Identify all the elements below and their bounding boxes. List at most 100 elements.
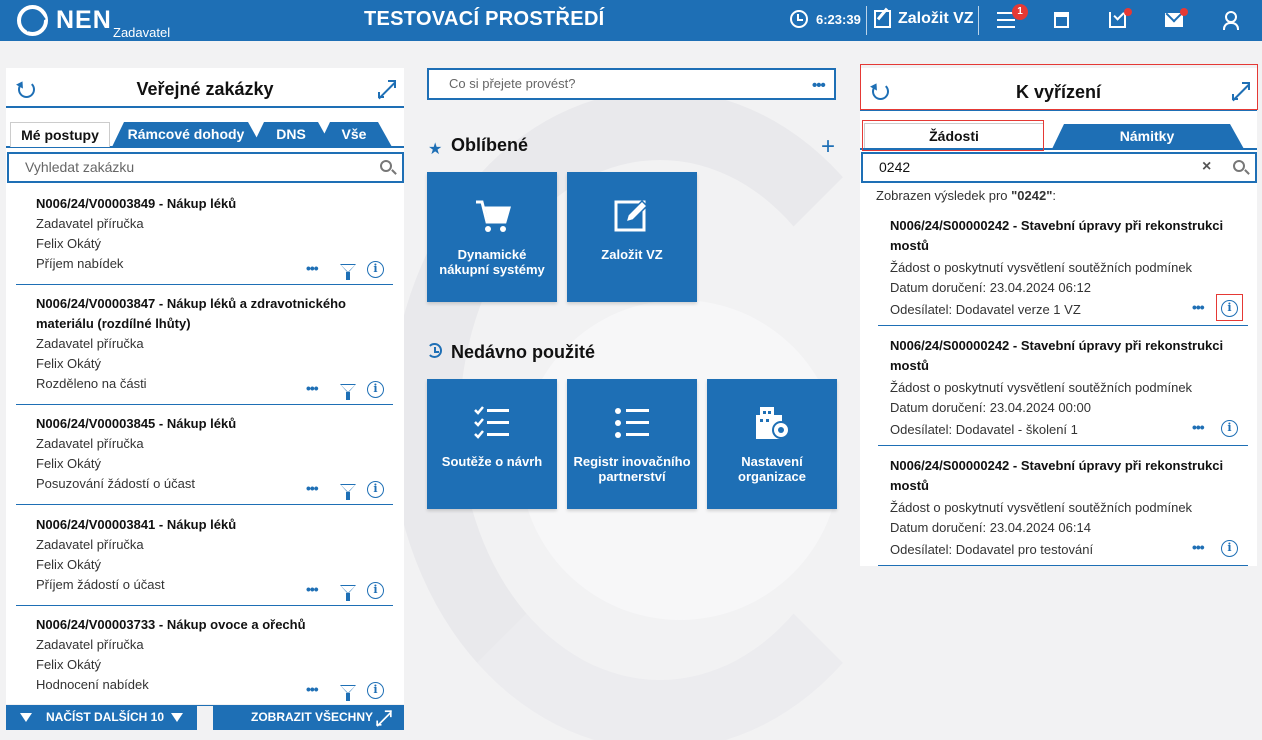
request-list-item[interactable]: N006/24/S00000242 - Stavební úpravy při …: [878, 448, 1248, 566]
tile-label: Založit VZ: [601, 247, 663, 262]
filter-icon[interactable]: [340, 264, 356, 280]
result-suffix: :: [1052, 188, 1056, 203]
info-icon[interactable]: i: [367, 261, 384, 278]
chevron-down-icon: [20, 713, 32, 722]
panel-header: Veřejné zakázky: [6, 68, 404, 108]
tab-all[interactable]: Vše: [318, 122, 392, 147]
tab-dns[interactable]: DNS: [252, 122, 332, 147]
contract-title[interactable]: N006/24/V00003841 - Nákup léků: [36, 515, 393, 535]
logo-text[interactable]: NEN: [56, 6, 112, 35]
plus-icon[interactable]: +: [821, 133, 835, 161]
user-icon[interactable]: [1223, 11, 1239, 30]
filter-icon[interactable]: [340, 384, 356, 400]
filter-icon[interactable]: [340, 484, 356, 500]
filter-icon[interactable]: [340, 585, 356, 601]
contract-list-item[interactable]: N006/24/V00003849 - Nákup léků Zadavatel …: [16, 191, 393, 285]
request-date: Datum doručení: 23.04.2024 00:00: [890, 400, 1091, 415]
contract-detail: Zadavatel příručka: [36, 637, 144, 652]
tile-design-contests[interactable]: Soutěže o návrh: [427, 379, 557, 509]
load-more-button[interactable]: NAČÍST DALŠÍCH 10: [6, 705, 197, 730]
tile-create-vz[interactable]: Založit VZ: [567, 172, 697, 302]
divider: [866, 6, 867, 35]
top-bar: NEN Zadavatel TESTOVACÍ PROSTŘEDÍ 6:23:3…: [0, 0, 1262, 41]
more-icon[interactable]: •••: [812, 77, 826, 94]
info-icon[interactable]: i: [367, 481, 384, 498]
tile-dynamic-purchasing[interactable]: Dynamické nákupní systémy: [427, 172, 557, 302]
more-icon[interactable]: •••: [306, 380, 319, 396]
contract-list-item[interactable]: N006/24/V00003733 - Nákup ovoce a ořechů…: [16, 612, 393, 706]
tab-my-procedures[interactable]: Mé postupy: [10, 122, 110, 147]
contract-title[interactable]: N006/24/V00003847 - Nákup léků a zdravot…: [36, 294, 393, 334]
tab-framework-agreements[interactable]: Rámcové dohody: [112, 122, 262, 147]
tab-objections[interactable]: Námitky: [1052, 124, 1244, 149]
action-search-input[interactable]: Co si přejete provést?: [427, 68, 836, 100]
search-icon[interactable]: [1233, 160, 1245, 172]
inbox-icon[interactable]: [1109, 12, 1126, 28]
search-icon[interactable]: [380, 160, 392, 172]
result-prefix: Zobrazen výsledek pro: [876, 188, 1012, 203]
menu-badge: 1: [1012, 4, 1028, 20]
cart-icon: [476, 200, 511, 232]
more-icon[interactable]: •••: [1192, 539, 1205, 555]
expand-icon[interactable]: [378, 80, 396, 98]
edit-icon: [614, 199, 649, 232]
request-list-item[interactable]: N006/24/S00000242 - Stavební úpravy při …: [878, 208, 1248, 326]
divider: [978, 6, 979, 35]
tile-innovation-partnership-registry[interactable]: Registr inovačního partnerství: [567, 379, 697, 509]
request-type: Žádost o poskytnutí vysvětlení soutěžníc…: [890, 380, 1193, 395]
load-more-label: NAČÍST DALŠÍCH 10: [46, 710, 165, 724]
info-icon[interactable]: i: [367, 682, 384, 699]
more-icon[interactable]: •••: [306, 681, 319, 697]
contract-title[interactable]: N006/24/V00003849 - Nákup léků: [36, 194, 393, 214]
request-title[interactable]: N006/24/S00000242 - Stavební úpravy při …: [890, 216, 1230, 256]
contract-detail: Felix Okátý: [36, 657, 102, 672]
tile-label: Registr inovačního partnerství: [573, 454, 691, 484]
contract-title[interactable]: N006/24/V00003845 - Nákup léků: [36, 414, 393, 434]
show-all-button[interactable]: ZOBRAZIT VŠECHNY: [213, 705, 404, 730]
request-list-item[interactable]: N006/24/S00000242 - Stavební úpravy při …: [878, 328, 1248, 446]
info-icon[interactable]: i: [1221, 420, 1238, 437]
contract-list-item[interactable]: N006/24/V00003847 - Nákup léků a zdravot…: [16, 291, 393, 405]
clear-icon[interactable]: ×: [1202, 158, 1211, 176]
info-icon[interactable]: i: [367, 381, 384, 398]
contract-detail: Felix Okátý: [36, 557, 102, 572]
mail-icon[interactable]: [1165, 13, 1183, 27]
contract-list-item[interactable]: N006/24/V00003841 - Nákup léků Zadavatel …: [16, 512, 393, 606]
mail-notification-dot: [1180, 8, 1188, 16]
info-icon[interactable]: i: [367, 582, 384, 599]
logo-icon[interactable]: [17, 5, 48, 36]
new-vz-button[interactable]: Založit VZ: [898, 10, 974, 28]
tile-label: Dynamické nákupní systémy: [439, 247, 545, 277]
request-title[interactable]: N006/24/S00000242 - Stavební úpravy při …: [890, 336, 1230, 376]
tile-organization-settings[interactable]: Nastavení organizace: [707, 379, 837, 509]
contract-detail: Felix Okátý: [36, 456, 102, 471]
request-title[interactable]: N006/24/S00000242 - Stavební úpravy při …: [890, 456, 1230, 496]
list-icon: [615, 408, 649, 438]
favorites-title: Oblíbené: [451, 135, 529, 155]
pending-search-input[interactable]: 0242: [861, 152, 1257, 183]
calculator-icon[interactable]: [1054, 12, 1069, 28]
request-type: Žádost o poskytnutí vysvětlení soutěžníc…: [890, 260, 1193, 275]
more-icon[interactable]: •••: [1192, 419, 1205, 435]
panel-title: Veřejné zakázky: [136, 79, 274, 99]
tile-label: Nastavení organizace: [738, 454, 806, 484]
building-gear-icon: [756, 407, 790, 439]
more-icon[interactable]: •••: [1192, 299, 1205, 315]
contract-detail: Zadavatel příručka: [36, 216, 144, 231]
info-icon[interactable]: i: [1221, 540, 1238, 557]
highlight-frame: [862, 120, 1044, 151]
more-icon[interactable]: •••: [306, 480, 319, 496]
more-icon[interactable]: •••: [306, 581, 319, 597]
contract-search-input[interactable]: Vyhledat zakázku: [7, 152, 404, 183]
filter-icon[interactable]: [340, 685, 356, 701]
request-sender: Odesílatel: Dodavatel - školení 1: [890, 422, 1078, 437]
recent-title: Nedávno použité: [451, 342, 596, 362]
highlight-frame: [1216, 294, 1243, 321]
edit-icon[interactable]: [874, 10, 891, 28]
contract-list-item[interactable]: N006/24/V00003845 - Nákup léků Zadavatel …: [16, 411, 393, 505]
contract-detail: Zadavatel příručka: [36, 537, 144, 552]
more-icon[interactable]: •••: [306, 260, 319, 276]
star-icon: ★: [428, 141, 443, 158]
contract-title[interactable]: N006/24/V00003733 - Nákup ovoce a ořechů: [36, 615, 393, 635]
session-time: 6:23:39: [816, 12, 861, 27]
